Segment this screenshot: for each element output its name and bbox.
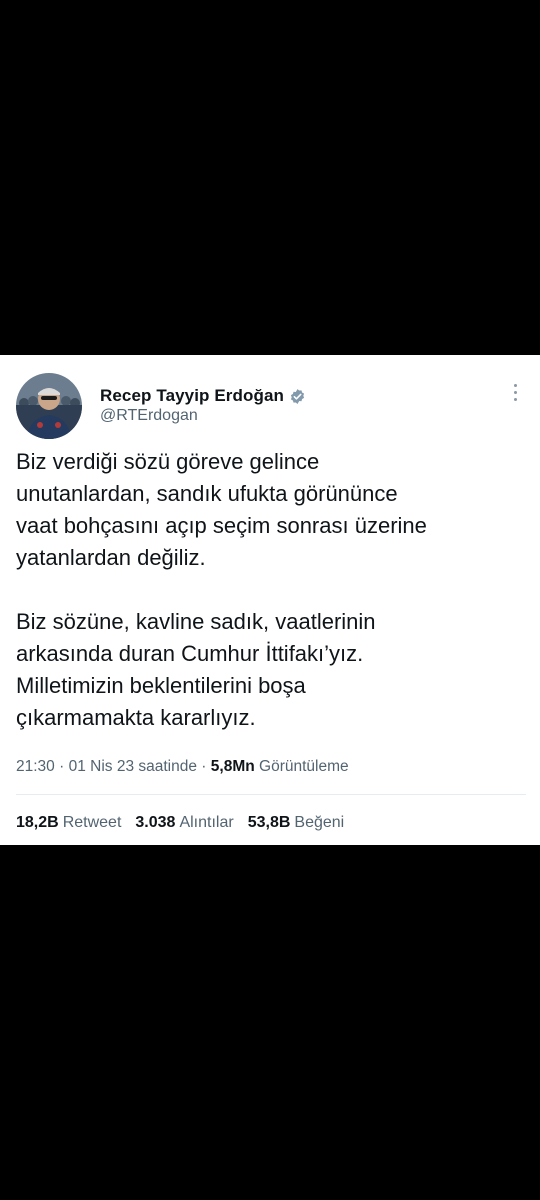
- avatar-image: [16, 373, 82, 439]
- tweet-text-line: Milletimizin beklentilerini boşa: [16, 673, 306, 698]
- tweet-text-line: vaat bohçasını açıp seçim sonrası üzerin…: [16, 513, 427, 538]
- tweet-text-line: Biz sözüne, kavline sadık, vaatlerinin: [16, 609, 376, 634]
- meta-separator: ·: [201, 758, 207, 775]
- user-handle[interactable]: @RTErdogan: [100, 407, 198, 425]
- more-vertical-icon[interactable]: [505, 379, 525, 405]
- display-name[interactable]: Recep Tayyip Erdoğan: [100, 386, 284, 406]
- tweet-text: Biz verdiği sözü göreve gelince unutanla…: [16, 446, 526, 734]
- tweet-meta: 21:30 · 01 Nis 23 saatinde · 5,8Mn Görün…: [16, 758, 349, 776]
- tweet-time[interactable]: 21:30: [16, 758, 55, 775]
- tweet-text-line: unutanlardan, sandık ufukta görününce: [16, 481, 398, 506]
- tweet-text-line: Biz verdiği sözü göreve gelince: [16, 449, 320, 474]
- likes-label: Beğeni: [294, 814, 345, 831]
- likes-stat[interactable]: 53,8B Beğeni: [248, 814, 345, 832]
- tweet-stats: 18,2B Retweet 3.038 Alıntılar 53,8B Beğeni: [16, 814, 344, 832]
- retweets-label: Retweet: [62, 814, 122, 831]
- views-label: Görüntüleme: [259, 758, 349, 775]
- tweet-text-line: çıkarmamakta kararlıyız.: [16, 705, 256, 730]
- avatar[interactable]: [16, 373, 82, 439]
- tweet-card: Recep Tayyip Erdoğan @RTErdogan Biz verd…: [0, 355, 540, 845]
- tweet-text-line: arkasında duran Cumhur İttifakı’yız.: [16, 641, 364, 666]
- quotes-label: Alıntılar: [179, 814, 234, 831]
- verified-badge-icon: [289, 388, 306, 405]
- quotes-count: 3.038: [135, 814, 176, 831]
- likes-count: 53,8B: [247, 814, 291, 831]
- retweets-count: 18,2B: [16, 814, 59, 831]
- views-count: 5,8Mn: [210, 758, 255, 775]
- display-name-row[interactable]: Recep Tayyip Erdoğan: [100, 385, 306, 407]
- divider: [16, 794, 526, 795]
- meta-separator: ·: [59, 758, 65, 775]
- tweet-text-line: yatanlardan değiliz.: [16, 545, 206, 570]
- quotes-stat[interactable]: 3.038 Alıntılar: [135, 814, 233, 832]
- tweet-date[interactable]: 01 Nis 23 saatinde: [69, 758, 197, 775]
- retweets-stat[interactable]: 18,2B Retweet: [16, 814, 121, 832]
